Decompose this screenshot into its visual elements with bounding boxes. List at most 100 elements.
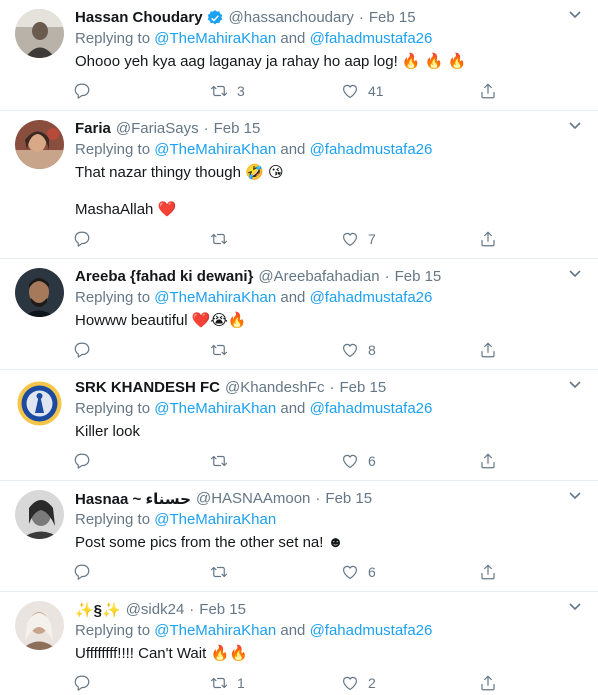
mention-link[interactable]: @TheMahiraKhan: [154, 141, 276, 158]
mention-link[interactable]: @TheMahiraKhan: [154, 400, 276, 417]
and-label: and: [280, 622, 306, 639]
like-button[interactable]: 41: [341, 82, 479, 100]
tweet-date[interactable]: Feb 15: [339, 379, 386, 396]
mention-link[interactable]: @fahadmustafa26: [310, 289, 433, 306]
chevron-down-icon[interactable]: [568, 602, 582, 612]
tweet-date[interactable]: Feb 15: [395, 268, 442, 285]
user-handle[interactable]: @hassanchoudary: [229, 9, 354, 26]
retweet-icon: [210, 677, 228, 689]
display-name[interactable]: Areeba {fahad ki dewani}: [75, 268, 253, 285]
mention-link[interactable]: @TheMahiraKhan: [154, 289, 276, 306]
replying-to: Replying to @TheMahiraKhan and @fahadmus…: [75, 140, 584, 160]
avatar[interactable]: [15, 601, 64, 650]
mention-link[interactable]: @fahadmustafa26: [310, 141, 433, 158]
user-handle[interactable]: @KhandeshFc: [225, 379, 324, 396]
separator: ·: [358, 9, 364, 26]
retweet-button[interactable]: [210, 341, 341, 359]
reply-button[interactable]: [73, 674, 210, 692]
share-icon: [481, 453, 495, 469]
tweet[interactable]: Hasnaa ~ حسناء @HASNAAmoon · Feb 15 Repl…: [0, 481, 598, 592]
reply-button[interactable]: [73, 452, 210, 470]
mention-link[interactable]: @TheMahiraKhan: [154, 622, 276, 639]
verified-badge-icon: [207, 9, 222, 24]
avatar[interactable]: [15, 490, 64, 539]
separator: ·: [329, 379, 335, 396]
separator: ·: [384, 268, 390, 285]
and-label: and: [280, 30, 306, 47]
separator: ·: [189, 601, 195, 618]
reply-icon: [74, 231, 90, 247]
tweet-text: Post some pics from the other set na! ☻: [75, 532, 584, 553]
user-handle[interactable]: @Areebafahadian: [258, 268, 379, 285]
tweet[interactable]: Areeba {fahad ki dewani} @Areebafahadian…: [0, 259, 598, 370]
share-button[interactable]: [479, 674, 497, 692]
retweet-button[interactable]: 1: [210, 674, 341, 692]
tweet-text: Killer look: [75, 421, 584, 442]
avatar[interactable]: [15, 120, 64, 169]
display-name[interactable]: ✨§✨: [75, 601, 121, 619]
mention-link[interactable]: @fahadmustafa26: [310, 30, 433, 47]
like-button[interactable]: 6: [341, 563, 479, 581]
share-icon: [481, 675, 495, 691]
retweet-count: 1: [237, 675, 245, 691]
replying-to: Replying to @TheMahiraKhan and @fahadmus…: [75, 621, 584, 641]
retweet-button[interactable]: 3: [210, 82, 341, 100]
tweet-date[interactable]: Feb 15: [325, 490, 372, 507]
like-button[interactable]: 2: [341, 674, 479, 692]
display-name[interactable]: Faria: [75, 120, 111, 137]
share-button[interactable]: [479, 563, 497, 581]
display-name[interactable]: Hasnaa ~ حسناء: [75, 490, 191, 508]
like-count: 7: [368, 231, 376, 247]
user-handle[interactable]: @sidk24: [126, 601, 185, 618]
reply-button[interactable]: [73, 230, 210, 248]
display-name[interactable]: Hassan Choudary: [75, 9, 203, 26]
chevron-down-icon[interactable]: [568, 491, 582, 501]
like-button[interactable]: 7: [341, 230, 479, 248]
avatar[interactable]: [15, 379, 64, 428]
tweet[interactable]: Hassan Choudary @hassanchoudary · Feb 15…: [0, 0, 598, 111]
and-label: and: [280, 289, 306, 306]
like-icon: [343, 84, 357, 98]
tweet-actions: 8: [73, 331, 584, 369]
reply-button[interactable]: [73, 563, 210, 581]
like-count: 41: [368, 83, 384, 99]
share-icon: [481, 231, 495, 247]
chevron-down-icon[interactable]: [568, 10, 582, 20]
tweet[interactable]: Faria @FariaSays · Feb 15 Replying to @T…: [0, 111, 598, 259]
tweet-date[interactable]: Feb 15: [369, 9, 416, 26]
like-count: 6: [368, 453, 376, 469]
tweet-header: Hasnaa ~ حسناء @HASNAAmoon · Feb 15: [75, 488, 584, 509]
share-button[interactable]: [479, 341, 497, 359]
avatar[interactable]: [15, 268, 64, 317]
tweet[interactable]: SRK KHANDESH FC @KhandeshFc · Feb 15 Rep…: [0, 370, 598, 481]
tweet[interactable]: ✨§✨ @sidk24 · Feb 15 Replying to @TheMah…: [0, 592, 598, 695]
share-button[interactable]: [479, 82, 497, 100]
tweet-header: ✨§✨ @sidk24 · Feb 15: [75, 599, 584, 620]
user-handle[interactable]: @FariaSays: [116, 120, 199, 137]
display-name[interactable]: SRK KHANDESH FC: [75, 379, 220, 396]
reply-button[interactable]: [73, 82, 210, 100]
mention-link[interactable]: @fahadmustafa26: [310, 400, 433, 417]
tweet-text-line: Killer look: [75, 423, 141, 440]
retweet-button[interactable]: [210, 563, 341, 581]
chevron-down-icon[interactable]: [568, 269, 582, 279]
like-button[interactable]: 6: [341, 452, 479, 470]
mention-link[interactable]: @TheMahiraKhan: [154, 511, 276, 528]
retweet-count: 3: [237, 83, 245, 99]
tweet-date[interactable]: Feb 15: [199, 601, 246, 618]
tweet-date[interactable]: Feb 15: [214, 120, 261, 137]
reply-button[interactable]: [73, 341, 210, 359]
user-handle[interactable]: @HASNAAmoon: [196, 490, 310, 507]
retweet-button[interactable]: [210, 452, 341, 470]
chevron-down-icon[interactable]: [568, 380, 582, 390]
share-button[interactable]: [479, 230, 497, 248]
avatar[interactable]: [15, 9, 64, 58]
chevron-down-icon[interactable]: [568, 121, 582, 131]
mention-link[interactable]: @fahadmustafa26: [310, 622, 433, 639]
tweet-text-line: Uffffffff!!!! Can't Wait 🔥🔥: [75, 645, 248, 662]
retweet-button[interactable]: [210, 230, 341, 248]
mention-link[interactable]: @TheMahiraKhan: [154, 30, 276, 47]
tweet-actions: 6: [73, 553, 584, 591]
share-button[interactable]: [479, 452, 497, 470]
like-button[interactable]: 8: [341, 341, 479, 359]
